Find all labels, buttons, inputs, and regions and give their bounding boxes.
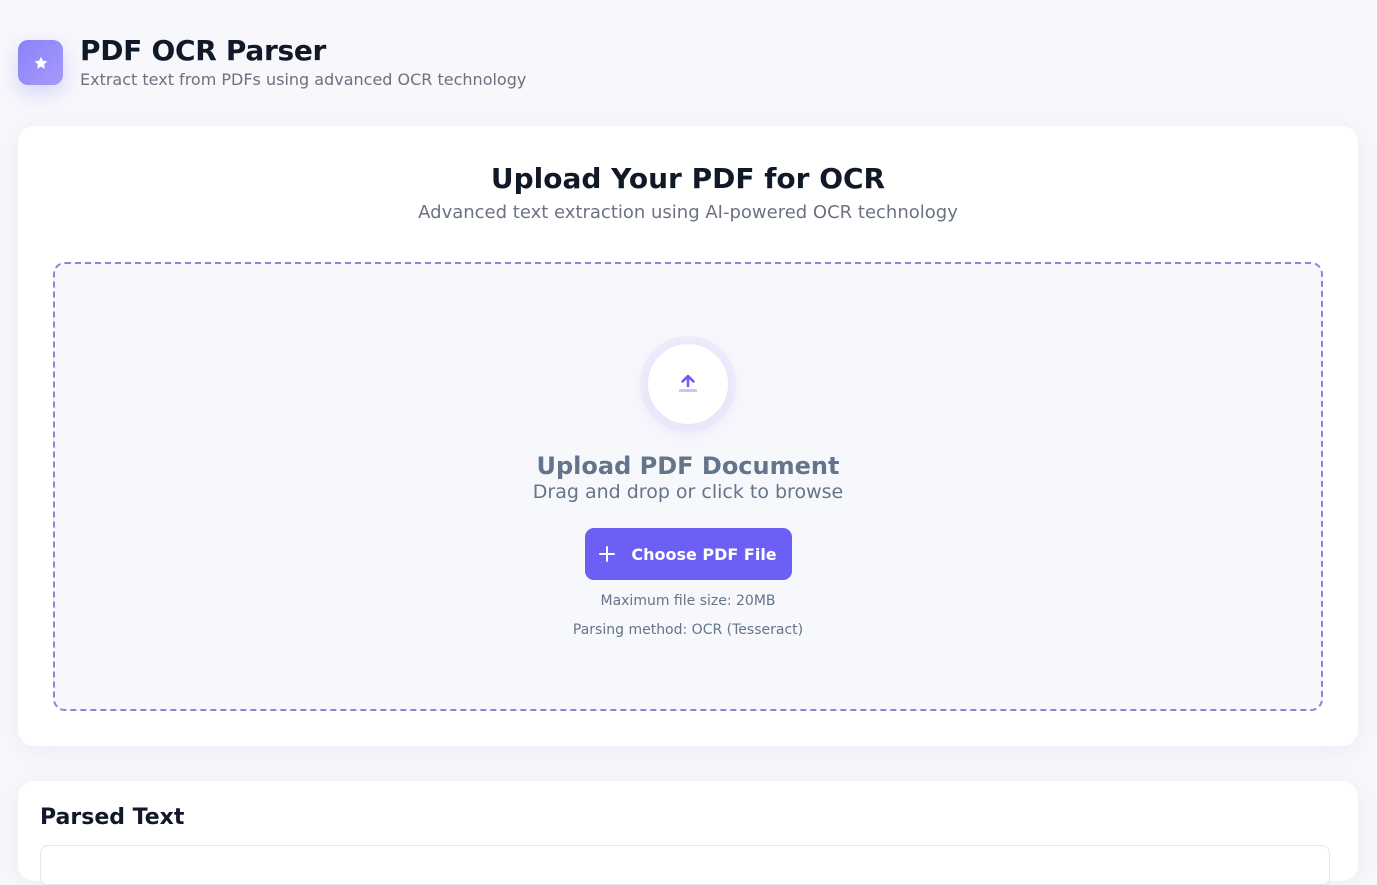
- upload-icon-circle: [648, 344, 728, 424]
- plus-icon: [599, 546, 616, 562]
- parsed-text-title: Parsed Text: [40, 805, 185, 830]
- app-logo: [18, 40, 63, 85]
- upload-card: Upload Your PDF for OCR Advanced text ex…: [18, 126, 1358, 746]
- app-header: PDF OCR Parser Extract text from PDFs us…: [18, 34, 526, 90]
- parsed-text-card: Parsed Text: [18, 781, 1358, 885]
- choose-pdf-button[interactable]: Choose PDF File: [584, 528, 792, 580]
- app-subtitle: Extract text from PDFs using advanced OC…: [80, 70, 527, 89]
- upload-arrow-icon: [679, 374, 697, 392]
- upload-heading: Upload Your PDF for OCR: [490, 162, 886, 195]
- app-title: PDF OCR Parser: [80, 34, 327, 67]
- parsed-text-output[interactable]: [40, 845, 1330, 885]
- parsing-method-text: Parsing method: OCR (Tesseract): [572, 622, 804, 638]
- choose-pdf-button-label: Choose PDF File: [631, 544, 777, 564]
- upload-subheading: Advanced text extraction using AI-powere…: [418, 202, 958, 223]
- dropzone-title: Upload PDF Document: [536, 452, 840, 480]
- title-block: PDF OCR Parser Extract text from PDFs us…: [80, 34, 526, 90]
- max-file-size-text: Maximum file size: 20MB: [600, 593, 776, 609]
- pdf-dropzone[interactable]: Upload PDF Document Drag and drop or cli…: [53, 262, 1323, 711]
- star-icon: [34, 56, 47, 69]
- dropzone-subtitle: Drag and drop or click to browse: [532, 481, 844, 503]
